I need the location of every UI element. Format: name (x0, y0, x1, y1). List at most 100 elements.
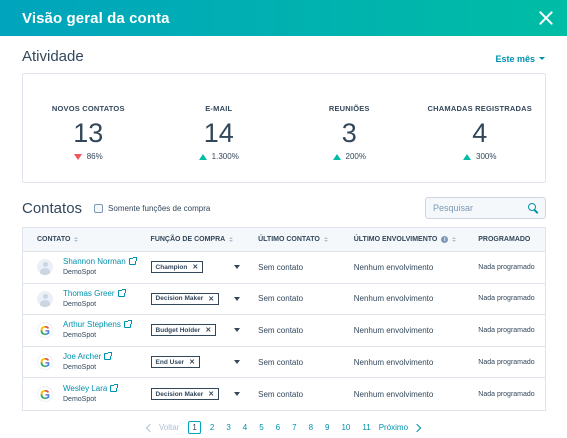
stat-new-contacts: NOVOS CONTATOS 13 86% (23, 74, 154, 182)
external-link-icon[interactable] (117, 288, 126, 297)
role-tag-label: Decision Maker (155, 295, 204, 303)
google-letter: G (39, 322, 51, 338)
buying-role-select[interactable]: Budget Holder ✕ (150, 324, 259, 337)
contact-name: Shannon Norman (63, 257, 126, 267)
contact-cell: G Arthur Stephens DemoSpot (23, 319, 151, 341)
period-label: Este mês (495, 53, 535, 64)
close-icon[interactable] (537, 9, 555, 27)
external-link-icon[interactable] (123, 320, 132, 329)
contact-cell: G Joe Archer DemoSpot (23, 351, 151, 373)
role-tag-label: End User (155, 358, 185, 366)
contact-name-link[interactable]: Joe Archer (63, 351, 113, 362)
stat-label: REUNIÕES (328, 104, 370, 113)
role-tag: Decision Maker ✕ (150, 292, 220, 305)
dropdown-caret-icon[interactable] (234, 296, 241, 301)
last-engagement: Nenhum envolvimento (353, 294, 434, 304)
column-label: ÚLTIMO CONTATO (258, 236, 320, 243)
next-page-button[interactable]: Próximo (379, 423, 408, 432)
stat-value: 3 (341, 118, 357, 148)
table-row: G Joe Archer DemoSpot End User ✕ Sem cont… (23, 347, 545, 379)
table-row: Thomas Greer DemoSpot Decision Maker ✕ Se… (23, 284, 545, 316)
column-last-engagement[interactable]: ÚLTIMO ENVOLVIMENTO i (354, 236, 479, 243)
page-button[interactable]: 5 (253, 423, 269, 432)
page-button[interactable]: 10 (335, 423, 356, 432)
dropdown-caret-icon[interactable] (234, 265, 241, 270)
stat-change-value: 200% (345, 152, 366, 161)
stat-change: 300% (463, 152, 496, 161)
external-link-icon[interactable] (128, 257, 137, 266)
external-link-icon[interactable] (104, 352, 113, 361)
buying-roles-label[interactable]: Somente funções de compra (108, 204, 210, 213)
buying-role-select[interactable]: Decision Maker ✕ (150, 292, 259, 305)
contact-cell: Thomas Greer DemoSpot (23, 288, 151, 310)
remove-tag-icon[interactable]: ✕ (205, 326, 211, 334)
contacts-header: Contatos Somente funções de compra Pesqu… (22, 197, 546, 219)
activity-header: Atividade Este mês (22, 48, 545, 65)
sort-icon (452, 237, 457, 242)
contacts-title: Contatos (22, 199, 83, 217)
remove-tag-icon[interactable]: ✕ (208, 295, 214, 303)
period-dropdown[interactable]: Este mês (495, 54, 545, 64)
contact-name-link[interactable]: Wesley Lara (63, 383, 119, 394)
last-contact: Sem contato (258, 389, 304, 399)
page-button[interactable]: 6 (270, 423, 286, 432)
caret-down-icon (539, 57, 545, 60)
last-engagement: Nenhum envolvimento (353, 325, 434, 335)
stat-change-value: 300% (476, 152, 497, 161)
buying-role-select[interactable]: End User ✕ (150, 356, 259, 369)
info-icon[interactable]: i (441, 236, 449, 243)
column-label: CONTATO (37, 236, 71, 243)
stat-label: CHAMADAS REGISTRADAS (427, 104, 532, 113)
buying-role-select[interactable]: Decision Maker ✕ (150, 388, 259, 401)
stat-change: 86% (73, 152, 103, 161)
contact-name-link[interactable]: Thomas Greer (63, 288, 126, 299)
page-button[interactable]: 7 (286, 423, 302, 432)
search-input[interactable]: Pesquisar (425, 197, 546, 219)
previous-page-button[interactable]: Voltar (159, 423, 179, 432)
contact-name-link[interactable]: Arthur Stephens (63, 319, 132, 330)
search-icon[interactable] (528, 203, 538, 213)
contact-info: Arthur Stephens DemoSpot (63, 319, 132, 341)
column-scheduled[interactable]: PROGRAMADO (478, 236, 545, 243)
last-contact: Sem contato (258, 294, 304, 304)
buying-role-select[interactable]: Champion ✕ (150, 261, 259, 274)
stat-value: 4 (472, 118, 488, 148)
column-buying-role[interactable]: FUNÇÃO DE COMPRA (151, 236, 259, 243)
external-link-icon[interactable] (110, 384, 119, 393)
page-button[interactable]: 4 (237, 423, 253, 432)
last-engagement: Nenhum envolvimento (353, 357, 434, 367)
page-button[interactable]: 8 (303, 423, 319, 432)
contact-info: Wesley Lara DemoSpot (63, 383, 119, 405)
page-button[interactable]: 9 (319, 423, 335, 432)
dropdown-caret-icon[interactable] (234, 328, 241, 333)
remove-tag-icon[interactable]: ✕ (208, 390, 214, 398)
stat-change-value: 1.300% (211, 152, 239, 161)
stat-value: 13 (73, 118, 104, 148)
dropdown-caret-icon[interactable] (234, 360, 241, 365)
google-icon: G (37, 354, 53, 371)
sort-icon (323, 237, 328, 242)
page-button[interactable]: 11 (356, 423, 376, 432)
chevron-right-icon[interactable] (412, 423, 422, 432)
table-row: G Arthur Stephens DemoSpot Budget Holder… (23, 315, 545, 347)
buying-roles-checkbox[interactable] (94, 203, 104, 213)
company-name: DemoSpot (63, 364, 97, 372)
chevron-left-icon[interactable] (145, 423, 155, 432)
trend-up-icon (463, 153, 472, 160)
trend-down-icon (73, 153, 82, 160)
search-placeholder: Pesquisar (433, 203, 474, 213)
stat-change: 200% (332, 152, 366, 161)
contact-name-link[interactable]: Shannon Norman (63, 256, 137, 267)
remove-tag-icon[interactable]: ✕ (189, 358, 195, 366)
column-last-contact[interactable]: ÚLTIMO CONTATO (258, 236, 354, 243)
page-button[interactable]: 3 (220, 423, 236, 432)
role-tag: End User ✕ (150, 356, 200, 369)
role-tag: Champion ✕ (150, 261, 204, 274)
dropdown-caret-icon[interactable] (234, 392, 241, 397)
page-button-current[interactable]: 1 (188, 421, 201, 434)
google-letter: G (39, 354, 51, 370)
page-button[interactable]: 2 (204, 423, 220, 432)
column-contact[interactable]: CONTATO (23, 236, 151, 243)
role-tag: Decision Maker ✕ (150, 388, 220, 401)
remove-tag-icon[interactable]: ✕ (192, 263, 198, 271)
